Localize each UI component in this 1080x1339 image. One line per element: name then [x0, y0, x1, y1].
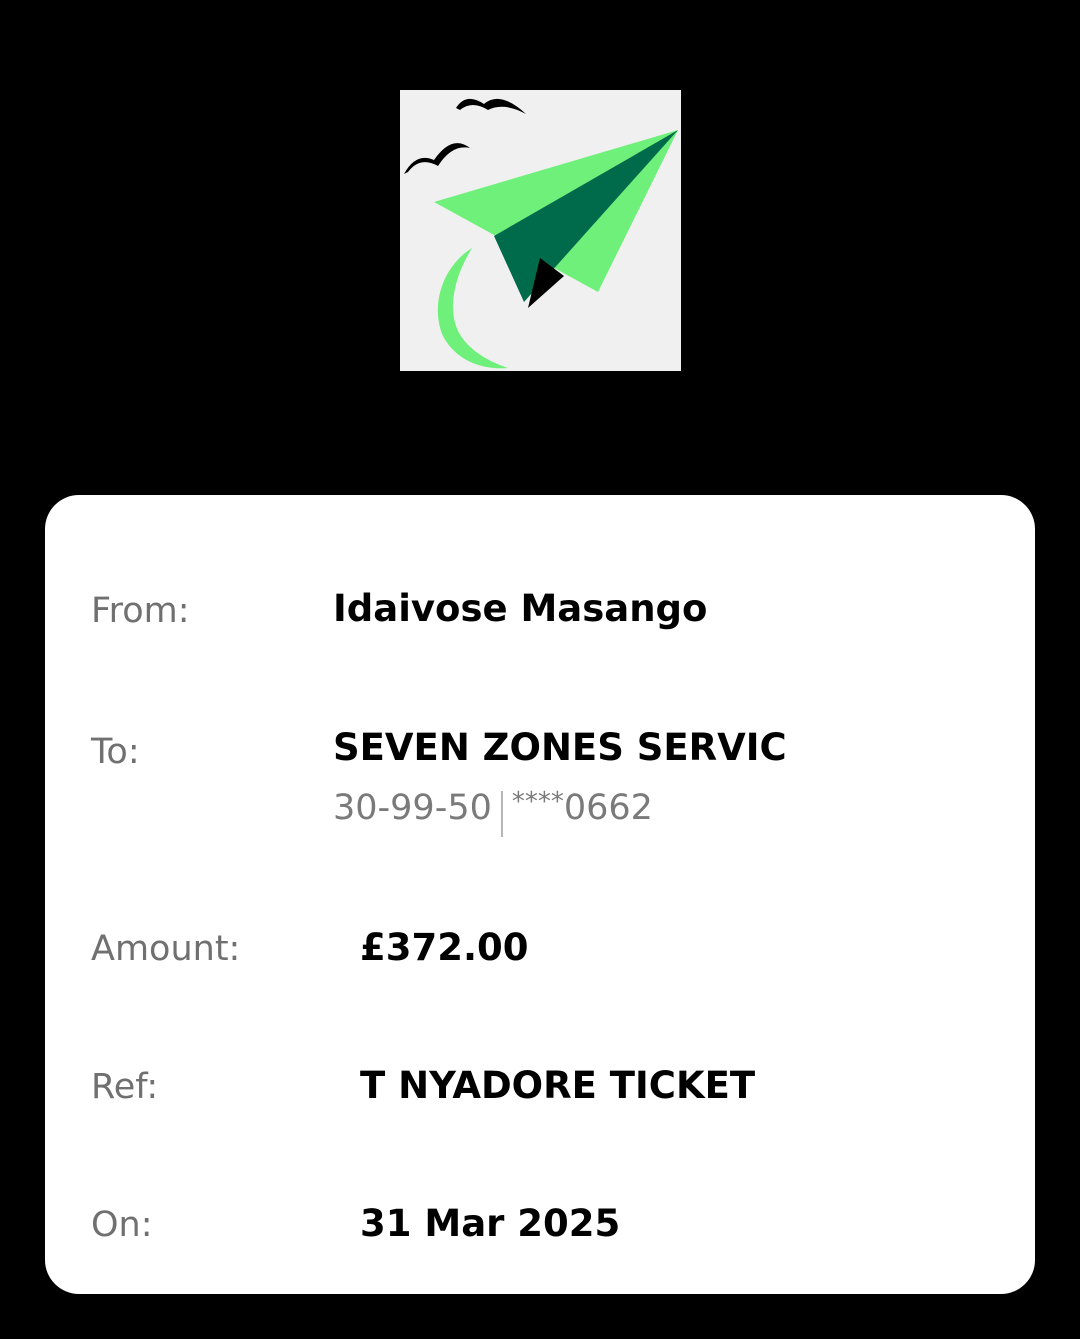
- to-value: SEVEN ZONES SERVIC: [333, 726, 787, 769]
- to-label: To:: [91, 732, 140, 772]
- transfer-details-card: From: Idaivose Masango To: SEVEN ZONES S…: [45, 495, 1035, 1294]
- on-label: On:: [91, 1205, 153, 1245]
- from-value: Idaivose Masango: [333, 587, 708, 630]
- account-details: 30-99-50 **** 0662: [333, 785, 653, 837]
- account-last4: 0662: [563, 788, 653, 828]
- on-value: 31 Mar 2025: [360, 1202, 621, 1245]
- app-logo: [400, 90, 681, 371]
- swoosh-icon: [437, 248, 508, 369]
- sort-code: 30-99-50: [333, 788, 492, 828]
- ref-value: T NYADORE TICKET: [360, 1064, 756, 1107]
- amount-value: £372.00: [360, 926, 529, 969]
- ref-label: Ref:: [91, 1067, 159, 1107]
- paper-plane-logo-icon: [404, 98, 678, 369]
- account-mask: ****: [511, 787, 564, 817]
- amount-label: Amount:: [91, 929, 241, 969]
- bird-icon: [456, 98, 526, 114]
- divider: [500, 791, 503, 837]
- from-label: From:: [91, 591, 190, 631]
- bird-icon: [404, 143, 470, 174]
